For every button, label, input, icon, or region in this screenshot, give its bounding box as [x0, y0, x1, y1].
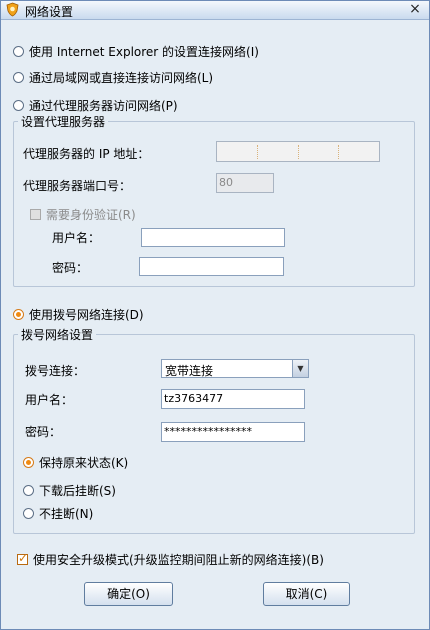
dialup-pass-label: 密码： — [25, 425, 62, 439]
proxy-pass-label: 密码： — [52, 261, 89, 275]
checkbox-box[interactable] — [30, 209, 41, 220]
dialup-conn-value: 宽带连接 — [165, 364, 214, 378]
radio-proxy-label: 通过代理服务器访问网络(P) — [29, 99, 178, 113]
ok-button[interactable]: 确定(O) — [84, 582, 173, 606]
proxy-pass-field[interactable] — [139, 257, 284, 276]
auth-checkbox[interactable]: 需要身份验证(R) — [30, 206, 136, 223]
close-icon[interactable]: × — [407, 1, 423, 18]
radio-ie[interactable]: 使用 Internet Explorer 的设置连接网络(I) — [13, 43, 259, 60]
radio-keep-state[interactable]: 保持原来状态(K) — [23, 454, 128, 471]
dialup-conn-label: 拨号连接： — [25, 364, 86, 378]
radio-lan[interactable]: 通过局域网或直接连接访问网络(L) — [13, 69, 213, 86]
dialup-group-title: 拨号网络设置 — [18, 326, 97, 343]
checkbox-box[interactable] — [17, 551, 28, 565]
chevron-down-icon[interactable]: ▼ — [292, 360, 308, 377]
proxy-user-field[interactable] — [141, 228, 285, 247]
dialup-user-field[interactable]: tz3763477 — [161, 389, 305, 409]
dialup-settings-group: 拨号网络设置 拨号连接： 宽带连接 ▼ 用户名： tz3763477 密码： *… — [13, 326, 415, 534]
dialup-conn-select[interactable]: 宽带连接 ▼ — [161, 359, 309, 378]
radio-no-hangup[interactable]: 不挂断(N) — [23, 505, 93, 522]
proxy-ip-field[interactable] — [216, 141, 380, 162]
radio-ie-label: 使用 Internet Explorer 的设置连接网络(I) — [29, 45, 259, 59]
radio-dialup[interactable]: 使用拨号网络连接(D) — [13, 306, 144, 323]
ip-octet-1[interactable] — [217, 144, 258, 159]
proxy-group-title: 设置代理服务器 — [18, 113, 109, 130]
radio-circle[interactable] — [23, 457, 34, 468]
ip-octet-4[interactable] — [339, 145, 379, 159]
shield-app-icon — [6, 2, 19, 17]
proxy-port-field[interactable]: 80 — [216, 173, 274, 193]
radio-circle[interactable] — [13, 72, 24, 83]
proxy-ip-label: 代理服务器的 IP 地址： — [23, 147, 150, 161]
network-settings-dialog: 网络设置 × 使用 Internet Explorer 的设置连接网络(I) 通… — [0, 0, 430, 630]
radio-circle[interactable] — [13, 46, 24, 57]
radio-circle[interactable] — [23, 508, 34, 519]
radio-no-hangup-label: 不挂断(N) — [39, 507, 94, 521]
radio-dialup-label: 使用拨号网络连接(D) — [29, 308, 144, 322]
proxy-user-label: 用户名： — [52, 231, 101, 245]
radio-circle[interactable] — [13, 309, 24, 320]
radio-hangup-label: 下载后挂断(S) — [39, 484, 116, 498]
radio-hangup-after[interactable]: 下载后挂断(S) — [23, 482, 116, 499]
radio-circle[interactable] — [23, 485, 34, 496]
title-bar: 网络设置 × — [1, 1, 429, 20]
radio-circle[interactable] — [13, 100, 24, 111]
ip-octet-3[interactable] — [299, 144, 340, 159]
radio-proxy[interactable]: 通过代理服务器访问网络(P) — [13, 97, 178, 114]
auth-checkbox-label: 需要身份验证(R) — [46, 208, 136, 222]
safe-mode-label: 使用安全升级模式(升级监控期间阻止新的网络连接)(B) — [33, 553, 324, 567]
ip-octet-2[interactable] — [258, 144, 299, 159]
proxy-settings-group: 设置代理服务器 代理服务器的 IP 地址： 代理服务器端口号： 80 需要身份验… — [13, 113, 415, 287]
dialup-pass-field[interactable]: **************** — [161, 422, 305, 442]
cancel-button[interactable]: 取消(C) — [263, 582, 350, 606]
dialup-user-label: 用户名： — [25, 393, 74, 407]
window-title: 网络设置 — [25, 5, 74, 19]
safe-mode-checkbox[interactable]: 使用安全升级模式(升级监控期间阻止新的网络连接)(B) — [17, 551, 324, 568]
radio-keep-label: 保持原来状态(K) — [39, 456, 129, 470]
proxy-port-label: 代理服务器端口号： — [23, 179, 132, 193]
radio-lan-label: 通过局域网或直接连接访问网络(L) — [29, 71, 214, 85]
